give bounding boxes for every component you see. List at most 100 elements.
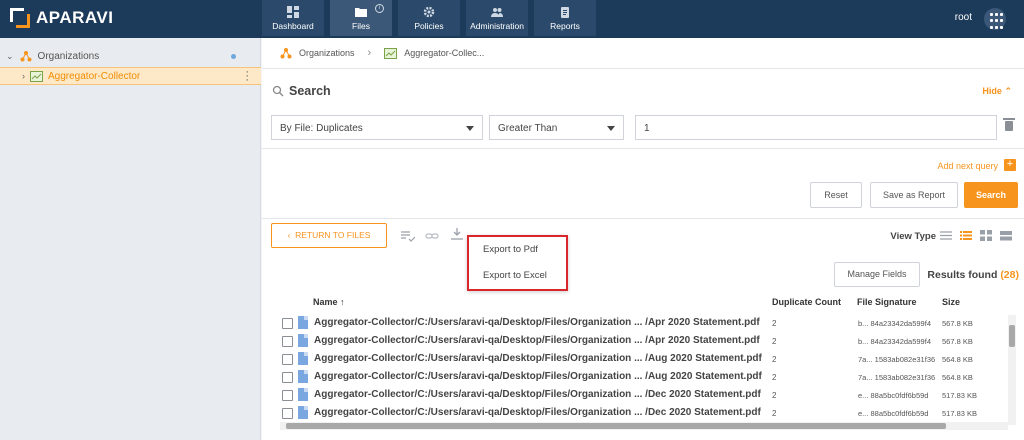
scrollbar-thumb[interactable] — [1009, 325, 1015, 347]
operator-select[interactable]: Greater Than — [489, 115, 624, 140]
row-checkbox[interactable] — [282, 336, 293, 347]
results-found: Results found (28) — [927, 269, 1019, 281]
nav-files[interactable]: Files i — [330, 0, 392, 36]
table-row[interactable]: Aggregator-Collector/C:/Users/aravi-qa/D… — [262, 404, 1014, 422]
detail-view-icon[interactable] — [960, 230, 972, 241]
kebab-menu-icon[interactable]: · · · — [245, 67, 249, 86]
row-checkbox[interactable] — [282, 354, 293, 365]
table-row[interactable]: Aggregator-Collector/C:/Users/aravi-qa/D… — [262, 368, 1014, 386]
list-check-icon[interactable] — [401, 230, 415, 242]
tree-item-organizations[interactable]: ⌄ Organizations — [6, 50, 256, 62]
scrollbar-thumb[interactable] — [286, 423, 946, 429]
app-logo[interactable]: APARAVI — [10, 8, 114, 28]
cell-name[interactable]: Aggregator-Collector/C:/Users/aravi-qa/D… — [314, 389, 769, 400]
export-dropdown: Export to Pdf Export to Excel — [467, 235, 568, 291]
apps-grid-icon[interactable] — [984, 8, 1006, 30]
nav-administration[interactable]: Administration — [466, 0, 528, 36]
trash-icon[interactable] — [1003, 118, 1015, 131]
grid-view-icon[interactable] — [980, 230, 992, 241]
breadcrumb-item-organizations[interactable]: Organizations — [299, 48, 355, 58]
view-type-label: View Type — [890, 231, 936, 242]
row-checkbox[interactable] — [282, 390, 293, 401]
table-row[interactable]: Aggregator-Collector/C:/Users/aravi-qa/D… — [262, 332, 1014, 350]
cell-file-signature: 7a... 1583ab082e31f36 — [858, 355, 936, 364]
breadcrumb: Organizations › Aggregator-Collec... — [262, 38, 1024, 69]
return-to-files-button[interactable]: ‹ RETURN TO FILES — [271, 223, 387, 248]
export-to-excel-item[interactable]: Export to Excel — [469, 263, 566, 289]
collector-icon — [30, 70, 43, 82]
cell-name[interactable]: Aggregator-Collector/C:/Users/aravi-qa/D… — [314, 353, 769, 364]
nav-dashboard[interactable]: Dashboard — [262, 0, 324, 36]
gear-icon — [423, 6, 435, 18]
field-select[interactable]: By File: Duplicates — [271, 115, 483, 140]
reset-button[interactable]: Reset — [810, 182, 862, 208]
save-as-report-button[interactable]: Save as Report — [870, 182, 958, 208]
breadcrumb-item-collector[interactable]: Aggregator-Collec... — [404, 48, 484, 58]
chevron-right-icon[interactable]: › — [22, 71, 25, 81]
cell-duplicate-count: 2 — [772, 337, 777, 346]
nav-reports[interactable]: Reports — [534, 0, 596, 36]
cell-size: 517.83 KB — [942, 409, 978, 418]
tree-item-aggregator-collector[interactable]: › Aggregator-Collector · · · — [0, 67, 261, 86]
list-view-icon[interactable] — [940, 230, 952, 241]
chevron-down-icon[interactable]: ⌄ — [6, 51, 14, 62]
table-row[interactable]: Aggregator-Collector/C:/Users/aravi-qa/D… — [262, 314, 1014, 332]
field-select-value: By File: Duplicates — [280, 123, 363, 134]
vertical-scrollbar[interactable] — [1008, 315, 1016, 425]
search-button[interactable]: Search — [964, 182, 1018, 208]
search-icon — [272, 85, 284, 97]
cell-duplicate-count: 2 — [772, 355, 777, 364]
org-icon — [20, 51, 32, 62]
column-header-file-signature[interactable]: File Signature — [857, 297, 917, 307]
nav-policies-label: Policies — [414, 21, 444, 31]
tree-child-label: Aggregator-Collector — [48, 70, 141, 82]
info-icon[interactable]: i — [375, 4, 384, 13]
table-row[interactable]: Aggregator-Collector/C:/Users/aravi-qa/D… — [262, 350, 1014, 368]
nav-policies[interactable]: Policies — [398, 0, 460, 36]
row-checkbox[interactable] — [282, 408, 293, 419]
cell-name[interactable]: Aggregator-Collector/C:/Users/aravi-qa/D… — [314, 335, 769, 346]
plus-icon[interactable]: + — [1004, 159, 1016, 171]
download-icon[interactable] — [450, 228, 464, 240]
value-input[interactable]: 1 — [635, 115, 997, 140]
org-icon — [280, 48, 292, 59]
cell-name[interactable]: Aggregator-Collector/C:/Users/aravi-qa/D… — [314, 371, 769, 382]
logo-mark-icon — [10, 8, 30, 28]
status-dot — [231, 54, 236, 59]
row-checkbox[interactable] — [282, 318, 293, 329]
hide-toggle[interactable]: Hide ⌃ — [982, 86, 1012, 97]
row-checkbox[interactable] — [282, 372, 293, 383]
column-name-label: Name — [313, 297, 338, 307]
folder-icon — [355, 8, 367, 17]
value-input-text: 1 — [644, 123, 650, 134]
results-count: (28) — [1000, 269, 1019, 281]
cell-name[interactable]: Aggregator-Collector/C:/Users/aravi-qa/D… — [314, 407, 769, 418]
operator-select-value: Greater Than — [498, 123, 558, 134]
divider — [262, 148, 1024, 149]
add-next-query-link[interactable]: Add next query — [937, 161, 998, 171]
table-row[interactable]: Aggregator-Collector/C:/Users/aravi-qa/D… — [262, 386, 1014, 404]
cell-file-signature: e... 88a5bc0fdf6b59d — [858, 391, 929, 400]
nav-dashboard-label: Dashboard — [272, 21, 314, 31]
cell-file-signature: 7a... 1583ab082e31f36 — [858, 373, 936, 382]
column-header-size[interactable]: Size — [942, 297, 960, 307]
horizontal-scrollbar[interactable] — [280, 422, 1008, 430]
column-header-name[interactable]: Name ↑ — [313, 297, 345, 307]
export-to-pdf-item[interactable]: Export to Pdf — [469, 237, 566, 263]
file-icon — [298, 388, 308, 401]
nav-administration-label: Administration — [470, 21, 524, 31]
cell-file-signature: b... 84a23342da599f4 — [858, 319, 931, 328]
column-header-duplicate-count[interactable]: Duplicate Count — [772, 297, 841, 307]
user-name[interactable]: root — [955, 12, 972, 23]
cell-duplicate-count: 2 — [772, 373, 777, 382]
search-title: Search — [289, 84, 331, 98]
link-icon[interactable] — [425, 230, 439, 242]
file-icon — [298, 406, 308, 419]
divider — [262, 218, 1024, 219]
sort-arrow-up-icon: ↑ — [340, 297, 345, 307]
tile-view-icon[interactable] — [1000, 230, 1012, 241]
caret-down-icon — [607, 126, 615, 131]
cell-name[interactable]: Aggregator-Collector/C:/Users/aravi-qa/D… — [314, 317, 769, 328]
manage-fields-button[interactable]: Manage Fields — [834, 262, 920, 287]
nav-files-label: Files — [352, 21, 370, 31]
